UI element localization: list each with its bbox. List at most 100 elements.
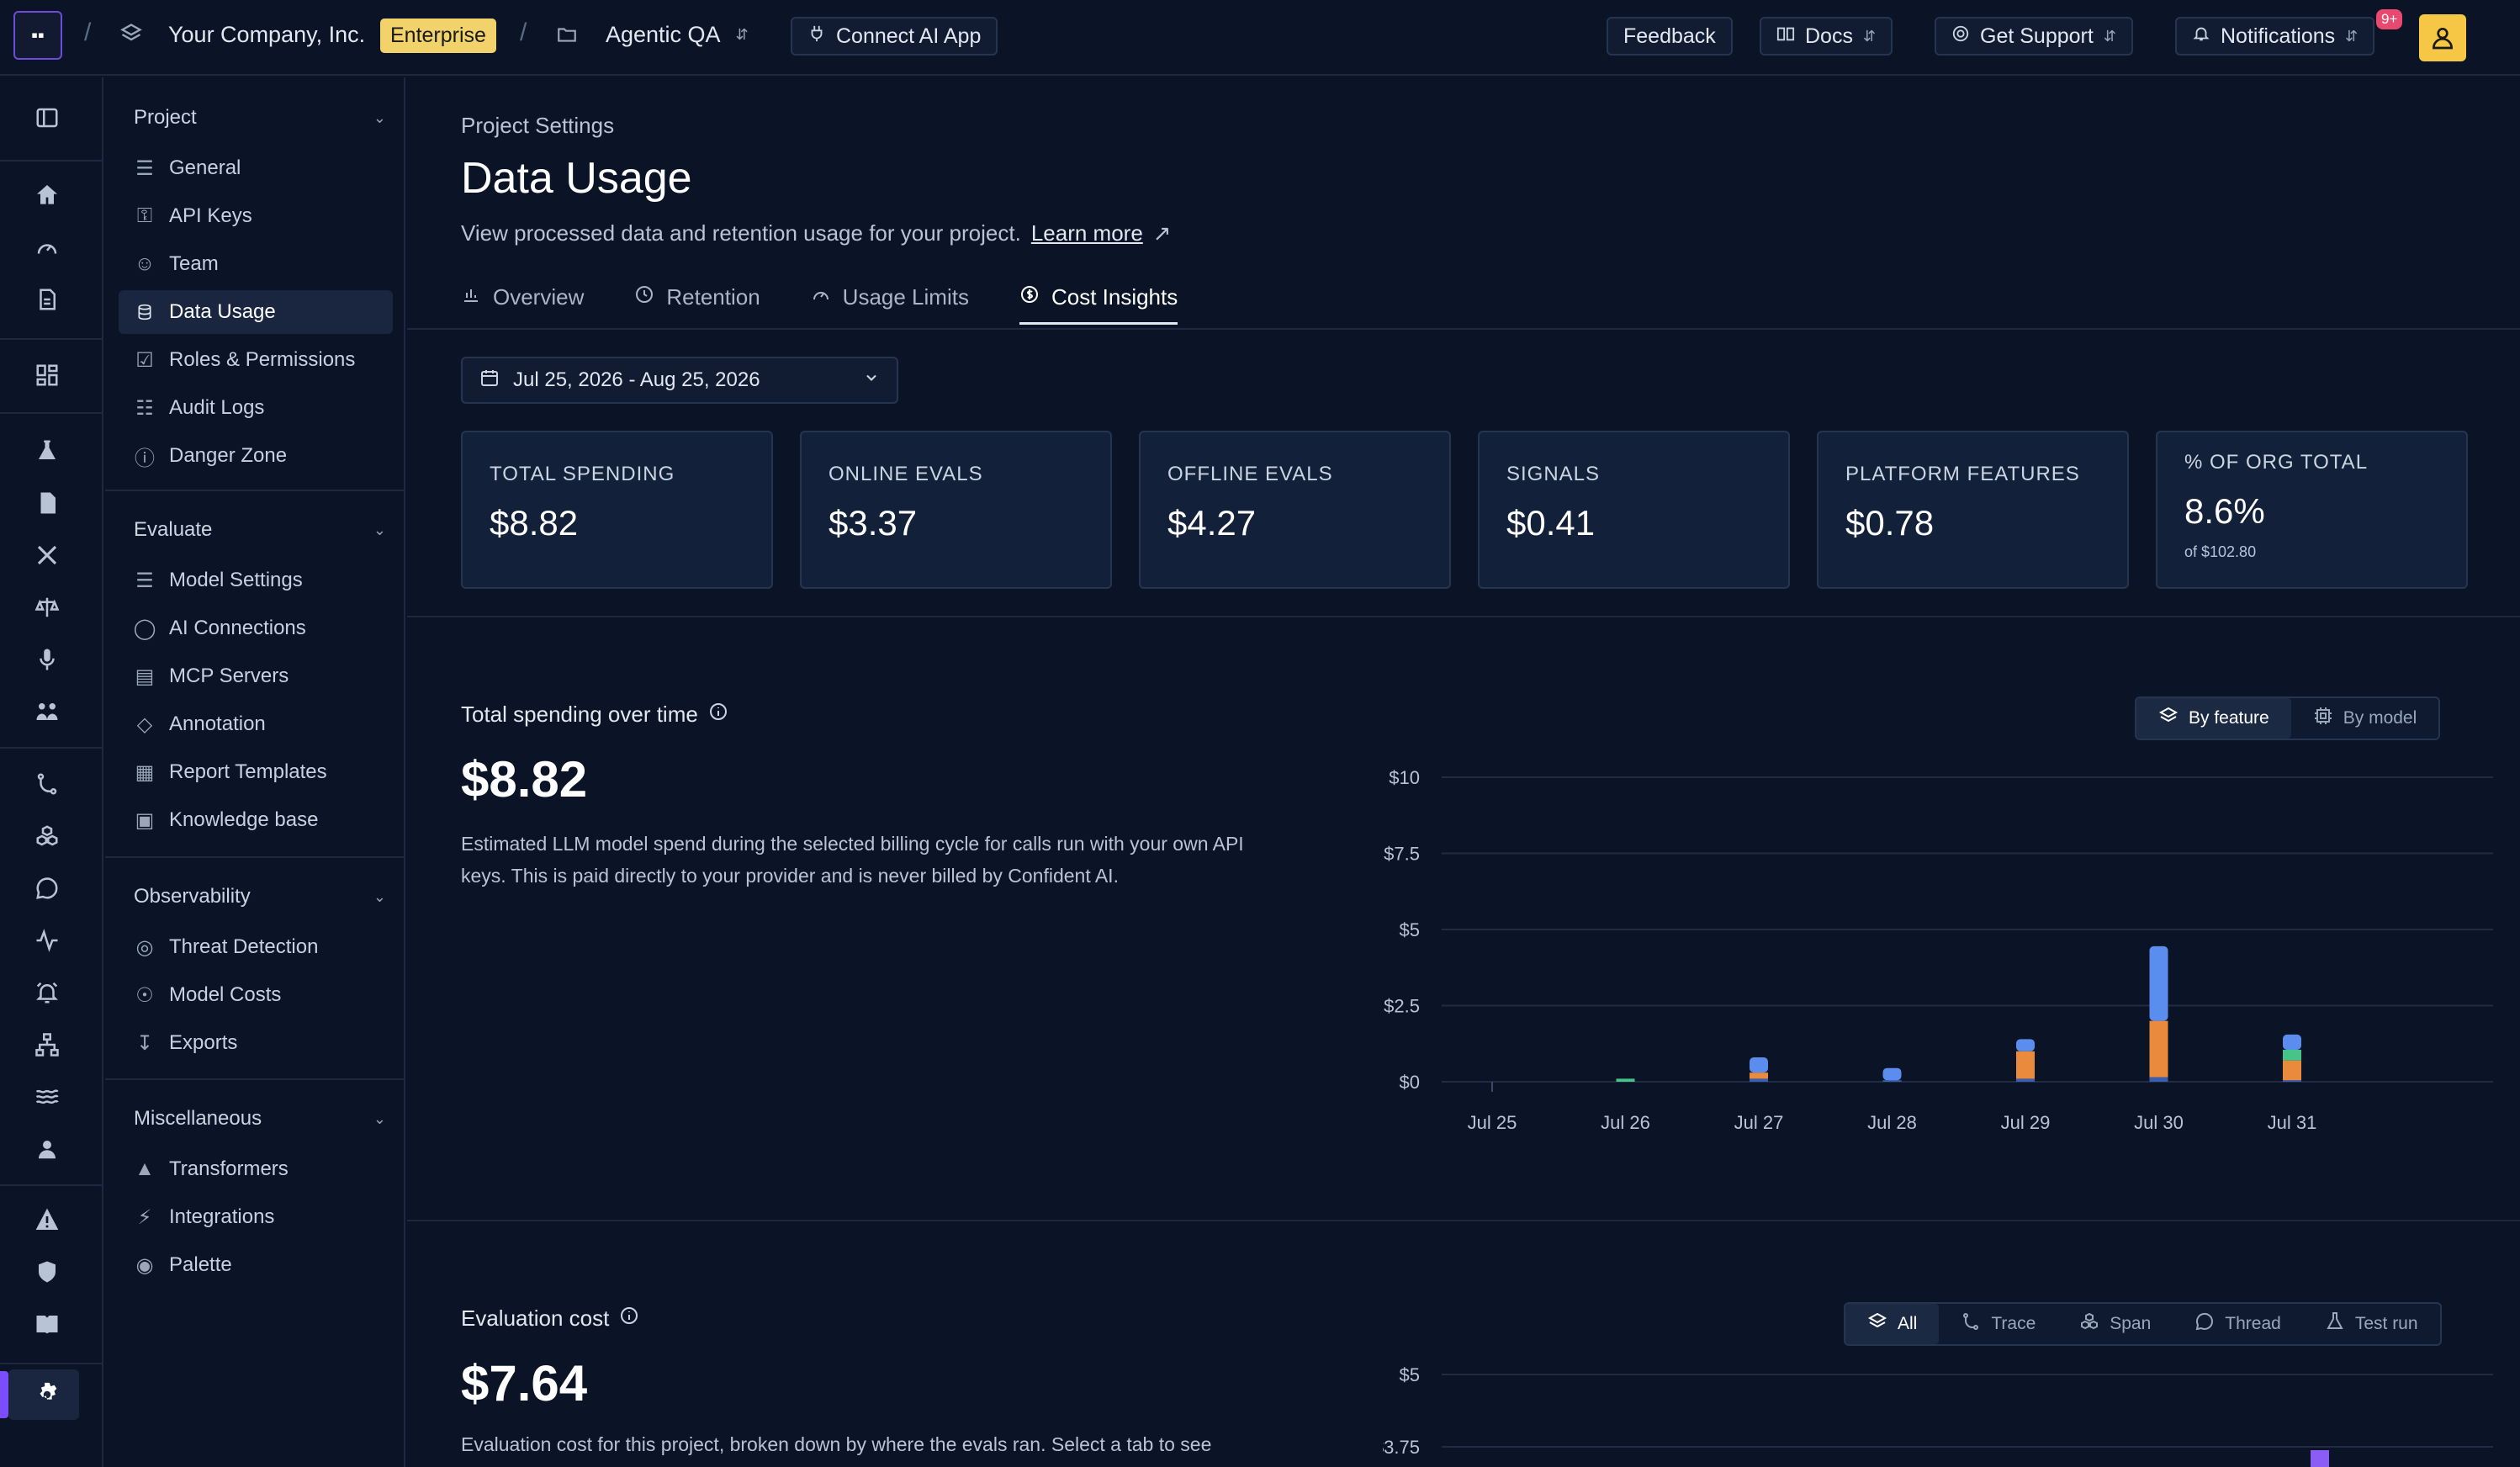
bar-segment[interactable] — [2283, 1080, 2301, 1082]
activity-icon[interactable] — [30, 924, 64, 957]
users-group-icon[interactable] — [30, 695, 64, 728]
sidebar-item-data-usage[interactable]: Data Usage — [119, 290, 393, 334]
bar-segment[interactable] — [2149, 1020, 2168, 1078]
chat-icon[interactable] — [30, 871, 64, 905]
learn-more-link[interactable]: Learn more — [1031, 220, 1143, 246]
network-icon[interactable] — [30, 1028, 64, 1062]
sidebar-item-transformers[interactable]: ▲ Transformers — [119, 1147, 393, 1191]
app-logo[interactable]: ▪▪ — [13, 11, 62, 60]
breadcrumb[interactable]: Project Settings — [461, 113, 614, 139]
chevron-updown-icon: ⇵ — [2345, 27, 2359, 45]
sidebar-item-model-costs[interactable]: ☉ Model Costs — [119, 973, 393, 1017]
file-text-icon[interactable] — [30, 486, 64, 520]
info-icon[interactable] — [619, 1305, 639, 1332]
rail-divider — [0, 747, 103, 749]
alarm-bell-icon[interactable] — [30, 976, 64, 1009]
notifications-button[interactable]: Notifications ⇵ — [2175, 17, 2375, 56]
evaluation-section-title: Evaluation cost — [461, 1305, 639, 1332]
sidebar-item-annotation[interactable]: ◇ Annotation — [119, 702, 393, 746]
section-divider — [407, 616, 2520, 617]
document-icon[interactable] — [30, 283, 64, 316]
sidebar-toggle-icon[interactable] — [30, 101, 64, 135]
bar-segment[interactable] — [1750, 1072, 1768, 1079]
scale-icon[interactable] — [30, 591, 64, 624]
toggle-by-feature[interactable]: By feature — [2136, 698, 2291, 739]
bar-segment[interactable] — [2283, 1049, 2301, 1061]
tab-bar: Overview Retention Usage Limits Cost Ins… — [461, 273, 1178, 325]
swords-icon[interactable] — [30, 538, 64, 572]
breadcrumb-separator: / — [520, 19, 527, 46]
sidebar-item-api-keys[interactable]: ⚿ API Keys — [119, 194, 393, 238]
warning-icon[interactable] — [30, 1203, 64, 1237]
get-support-button[interactable]: Get Support ⇵ — [1935, 17, 2133, 56]
home-icon[interactable] — [30, 178, 64, 212]
flask-icon[interactable] — [30, 434, 64, 468]
rail-divider — [0, 160, 103, 162]
sidebar-item-model-settings[interactable]: ☰ Model Settings — [119, 559, 393, 602]
user-avatar[interactable] — [2419, 14, 2466, 61]
sidebar-item-mcp-servers[interactable]: ▤ MCP Servers — [119, 654, 393, 698]
bar-segment[interactable] — [1750, 1057, 1768, 1073]
sidebar-item-palette[interactable]: ◉ Palette — [119, 1243, 393, 1287]
bar-segment[interactable] — [2283, 1060, 2301, 1081]
gauge-icon[interactable] — [30, 230, 64, 264]
bar-segment[interactable] — [2149, 1077, 2168, 1082]
sidebar-item-ai-connections[interactable]: ◯ AI Connections — [119, 606, 393, 650]
bar-segment[interactable] — [2149, 945, 2168, 1021]
project-selector[interactable]: Agentic QA ⇵ — [606, 22, 749, 48]
card-online-evals: ONLINE EVALS $3.37 — [800, 431, 1112, 589]
sidebar-group-miscellaneous[interactable]: Miscellaneous ⌄ — [134, 1107, 386, 1131]
info-icon[interactable] — [708, 702, 728, 728]
bar-segment[interactable] — [2016, 1039, 2035, 1051]
sidebar-group-project[interactable]: Project ⌄ — [134, 106, 386, 130]
sidebar-group-observability[interactable]: Observability ⌄ — [134, 885, 386, 908]
bar-segment[interactable] — [1882, 1067, 1902, 1081]
sidebar-item-report-templates[interactable]: ▦ Report Templates — [119, 750, 393, 794]
company-name[interactable]: Your Company, Inc. — [168, 22, 365, 48]
sidebar-item-exports[interactable]: ↧ Exports — [119, 1021, 393, 1065]
tab-usage-limits[interactable]: Usage Limits — [811, 273, 969, 321]
bar-segment[interactable] — [2283, 1034, 2301, 1050]
feedback-button[interactable]: Feedback — [1607, 17, 1733, 56]
tab-cost-insights[interactable]: Cost Insights — [1019, 273, 1178, 325]
tab-overview[interactable]: Overview — [461, 273, 584, 321]
toggle-by-model[interactable]: By model — [2291, 698, 2439, 739]
sidebar-group-evaluate[interactable]: Evaluate ⌄ — [134, 518, 386, 542]
bar-segment[interactable] — [2016, 1051, 2035, 1079]
docs-button[interactable]: Docs ⇵ — [1760, 17, 1893, 56]
eval-tab-span[interactable]: Span — [2057, 1304, 2173, 1344]
shield-icon[interactable] — [30, 1255, 64, 1289]
eval-tab-trace[interactable]: Trace — [1939, 1304, 2057, 1344]
bar-segment[interactable] — [2016, 1078, 2035, 1082]
waves-icon[interactable] — [30, 1080, 64, 1114]
date-range-picker[interactable]: Jul 25, 2026 - Aug 25, 2026 — [461, 357, 898, 404]
settings-gear-icon[interactable] — [30, 1378, 64, 1411]
bar-segment[interactable] — [2311, 1450, 2329, 1467]
connect-ai-app-button[interactable]: Connect AI App — [791, 17, 998, 56]
bar-segment[interactable] — [1616, 1078, 1635, 1082]
git-branch-icon[interactable] — [30, 767, 64, 801]
sidebar-item-team[interactable]: ☺ Team — [119, 242, 393, 286]
spending-breakdown-toggle: By feature By model — [2135, 696, 2441, 740]
sidebar-item-knowledge-base[interactable]: ▣ Knowledge base — [119, 798, 393, 842]
sidebar-item-danger-zone[interactable]: ⓘ Danger Zone — [119, 434, 393, 478]
eval-tab-all[interactable]: All — [1845, 1304, 1940, 1344]
chevron-down-icon — [863, 368, 880, 392]
user-icon[interactable] — [30, 1132, 64, 1166]
eval-tab-test-run[interactable]: Test run — [2303, 1304, 2440, 1344]
x-tick-label: Jul 31 — [2268, 1112, 2317, 1133]
eval-tab-thread[interactable]: Thread — [2173, 1304, 2303, 1344]
sidebar-item-audit-logs[interactable]: ☷ Audit Logs — [119, 386, 393, 430]
book-open-icon[interactable] — [30, 1307, 64, 1341]
sidebar-item-general[interactable]: ☰ General — [119, 146, 393, 190]
microphone-icon[interactable] — [30, 643, 64, 676]
sidebar-item-roles-permissions[interactable]: ☑ Roles & Permissions — [119, 338, 393, 382]
bar-segment[interactable] — [1882, 1080, 1902, 1082]
bar-segment[interactable] — [1750, 1078, 1768, 1082]
sidebar-item-threat-detection[interactable]: ◎ Threat Detection — [119, 925, 393, 969]
tag-icon: ◇ — [136, 712, 153, 736]
tab-retention[interactable]: Retention — [634, 273, 760, 321]
dashboard-icon[interactable] — [30, 358, 64, 392]
sidebar-item-integrations[interactable]: ⚡ Integrations — [119, 1195, 393, 1239]
boxes-icon[interactable] — [30, 819, 64, 853]
